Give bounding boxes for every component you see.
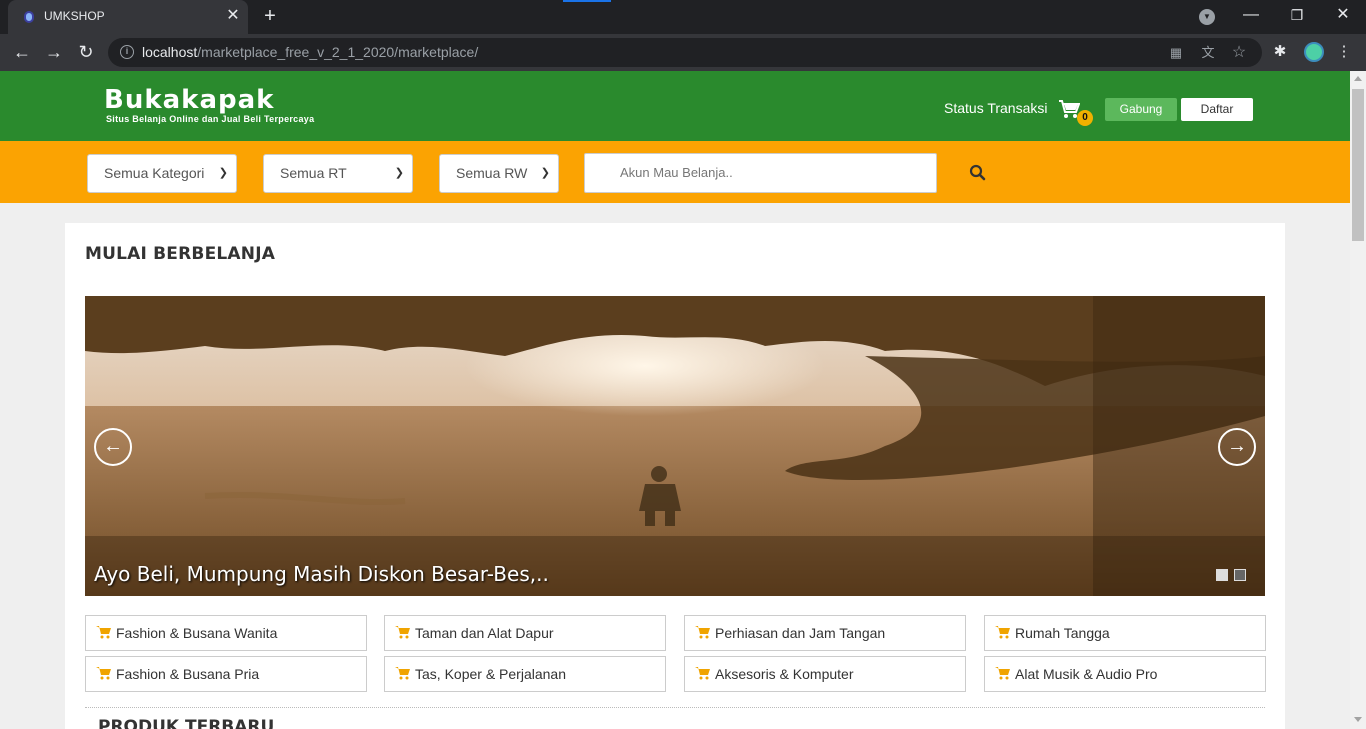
url-text[interactable]: localhost/marketplace_free_v_2_1_2020/ma… <box>142 44 478 60</box>
page-scrollbar[interactable] <box>1350 71 1366 729</box>
cart-icon <box>96 667 111 680</box>
category-item[interactable]: Tas, Koper & Perjalanan <box>384 656 666 692</box>
site-tagline: Situs Belanja Online dan Jual Beli Terpe… <box>106 114 315 124</box>
chevron-down-icon: ❯ <box>218 167 228 179</box>
cart-icon <box>96 626 111 639</box>
qr-code-icon[interactable]: ▦ <box>1167 44 1185 62</box>
carousel-prev-arrow-icon[interactable]: ← <box>94 428 132 466</box>
category-label: Rumah Tangga <box>1015 625 1110 641</box>
section-title-latest: PRODUK TERBARU <box>98 717 275 729</box>
rw-select-value: Semua RW <box>456 165 528 181</box>
category-label: Taman dan Alat Dapur <box>415 625 554 641</box>
category-label: Perhiasan dan Jam Tangan <box>715 625 886 641</box>
chevron-down-icon: ❯ <box>394 167 404 179</box>
category-label: Tas, Koper & Perjalanan <box>415 666 566 682</box>
browser-tab[interactable]: UMKSHOP ✕ <box>8 0 248 34</box>
favicon-icon <box>24 11 34 23</box>
browser-titlebar: UMKSHOP ✕ + ▼ — ❐ ✕ <box>0 0 1366 34</box>
site-logo[interactable]: Bukakapak <box>104 85 274 115</box>
scroll-down-arrow-icon[interactable] <box>1354 717 1362 722</box>
browser-toolbar: ← → ↻ i localhost/marketplace_free_v_2_1… <box>0 34 1366 71</box>
carousel-indicator-2[interactable] <box>1234 569 1246 581</box>
address-bar[interactable]: i localhost/marketplace_free_v_2_1_2020/… <box>108 38 1262 67</box>
search-input[interactable]: Akun Mau Belanja.. <box>584 153 937 193</box>
rt-select[interactable]: Semua RT ❯ <box>263 154 413 193</box>
promo-carousel[interactable]: ← → Ayo Beli, Mumpung Masih Diskon Besar… <box>85 296 1265 596</box>
category-item[interactable]: Rumah Tangga <box>984 615 1266 651</box>
cart-icon <box>995 626 1010 639</box>
page-viewport: Bukakapak Situs Belanja Online dan Jual … <box>0 71 1350 729</box>
scroll-up-arrow-icon[interactable] <box>1354 76 1362 81</box>
profile-avatar-icon[interactable] <box>1304 42 1324 62</box>
minimize-button[interactable]: — <box>1236 4 1266 26</box>
category-item[interactable]: Taman dan Alat Dapur <box>384 615 666 651</box>
rw-select[interactable]: Semua RW ❯ <box>439 154 559 193</box>
forward-arrow-icon[interactable]: → <box>42 40 66 64</box>
site-header: Bukakapak Situs Belanja Online dan Jual … <box>0 71 1350 141</box>
tab-title: UMKSHOP <box>44 9 105 23</box>
back-arrow-icon[interactable]: ← <box>10 40 34 64</box>
carousel-next-arrow-icon[interactable]: → <box>1218 428 1256 466</box>
section-title: MULAI BERBELANJA <box>85 244 276 264</box>
cart-icon <box>695 667 710 680</box>
section-divider <box>85 707 1265 708</box>
search-icon[interactable] <box>968 163 988 183</box>
tab-search-icon[interactable]: ▼ <box>1199 9 1215 25</box>
status-transaksi-link[interactable]: Status Transaksi <box>944 100 1048 116</box>
carousel-image <box>85 296 1265 596</box>
site-info-icon[interactable]: i <box>120 45 134 59</box>
carousel-caption: Ayo Beli, Mumpung Masih Diskon Besar-Bes… <box>94 562 549 586</box>
reload-icon[interactable]: ↻ <box>74 40 98 64</box>
category-item[interactable]: Fashion & Busana Pria <box>85 656 367 692</box>
translate-icon[interactable]: 文 <box>1199 44 1217 62</box>
cart-count-badge: 0 <box>1077 110 1093 126</box>
search-placeholder: Akun Mau Belanja.. <box>620 165 733 180</box>
main-content: MULAI BERBELANJA ← → Ayo Beli, Mumpung M… <box>65 223 1285 729</box>
category-label: Fashion & Busana Pria <box>116 666 260 682</box>
category-select[interactable]: Semua Kategori ❯ <box>87 154 237 193</box>
category-item[interactable]: Alat Musik & Audio Pro <box>984 656 1266 692</box>
category-label: Aksesoris & Komputer <box>715 666 854 682</box>
bookmark-star-icon[interactable]: ☆ <box>1230 44 1248 62</box>
category-grid: Fashion & Busana Wanita Taman dan Alat D… <box>85 615 1266 693</box>
tab-strip-indicator <box>563 0 611 2</box>
browser-menu-icon[interactable]: ⋮ <box>1332 40 1356 64</box>
category-item[interactable]: Perhiasan dan Jam Tangan <box>684 615 966 651</box>
category-label: Alat Musik & Audio Pro <box>1015 666 1158 682</box>
daftar-button[interactable]: Daftar <box>1181 98 1253 121</box>
gabung-button[interactable]: Gabung <box>1105 98 1177 121</box>
category-item[interactable]: Aksesoris & Komputer <box>684 656 966 692</box>
close-window-button[interactable]: ✕ <box>1328 4 1358 26</box>
cart-icon <box>395 667 410 680</box>
carousel-indicator-1[interactable] <box>1216 569 1228 581</box>
extensions-puzzle-icon[interactable]: ✱ <box>1268 40 1292 64</box>
close-tab-icon[interactable]: ✕ <box>224 6 242 26</box>
rt-select-value: Semua RT <box>280 165 347 181</box>
category-item[interactable]: Fashion & Busana Wanita <box>85 615 367 651</box>
url-host: localhost <box>142 44 198 60</box>
search-bar: Semua Kategori ❯ Semua RT ❯ Semua RW ❯ A… <box>0 141 1350 203</box>
chevron-down-icon: ❯ <box>540 167 550 179</box>
category-label: Fashion & Busana Wanita <box>116 625 278 641</box>
restore-button[interactable]: ❐ <box>1282 4 1312 26</box>
category-select-value: Semua Kategori <box>104 165 205 181</box>
cart-icon <box>995 667 1010 680</box>
cart-icon <box>395 626 410 639</box>
cart-icon <box>695 626 710 639</box>
new-tab-button[interactable]: + <box>260 5 280 27</box>
scroll-thumb[interactable] <box>1352 89 1364 241</box>
url-path: /marketplace_free_v_2_1_2020/marketplace… <box>197 44 479 60</box>
